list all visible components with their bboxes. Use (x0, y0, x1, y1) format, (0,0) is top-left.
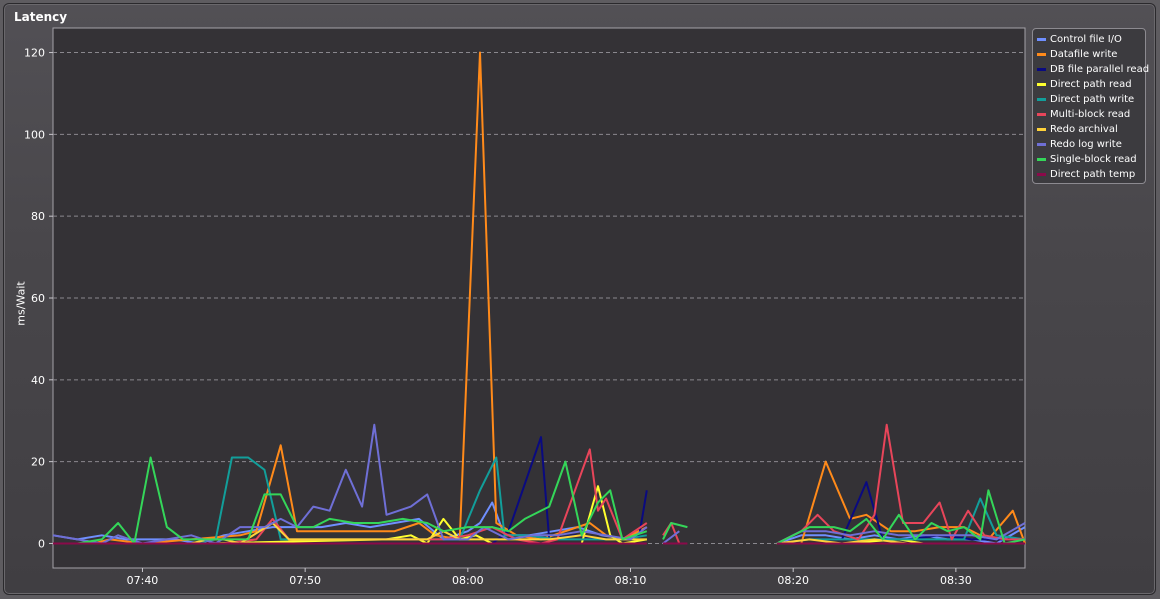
legend-label: Redo log write (1050, 139, 1122, 150)
x-tick-label: 08:30 (940, 574, 972, 587)
legend-item: Multi-block read (1037, 107, 1145, 122)
legend-swatch (1037, 158, 1046, 161)
legend-label: Control file I/O (1050, 34, 1122, 45)
x-tick-label: 07:50 (289, 574, 321, 587)
x-tick-label: 08:00 (452, 574, 484, 587)
legend-label: Multi-block read (1050, 109, 1131, 120)
legend-label: Direct path read (1050, 79, 1132, 90)
legend-item: Direct path temp (1037, 167, 1145, 182)
legend-label: Direct path temp (1050, 169, 1136, 180)
x-tick-label: 08:20 (777, 574, 809, 587)
y-axis-ticks: 0 20 40 60 80 100 120 (24, 47, 53, 550)
legend-swatch (1037, 83, 1046, 86)
y-tick-label: 100 (24, 128, 45, 141)
y-tick-label: 60 (31, 292, 45, 305)
legend-item: Redo log write (1037, 137, 1145, 152)
legend-item: Single-block read (1037, 152, 1145, 167)
x-axis-ticks: 07:40 07:50 08:00 08:10 08:20 08:30 (127, 568, 972, 587)
legend-label: Direct path write (1050, 94, 1135, 105)
legend-swatch (1037, 113, 1046, 116)
legend-swatch (1037, 68, 1046, 71)
latency-line-chart: 0 20 40 60 80 100 120 07:40 07:50 08:00 08:10 08:2… (24, 27, 1026, 587)
legend-swatch (1037, 143, 1046, 146)
legend-item: DB file parallel read (1037, 62, 1149, 77)
chart-legend: Control file I/O Datafile write DB file pa… (1032, 28, 1149, 184)
legend-item: Datafile write (1037, 47, 1145, 62)
legend-item: Direct path write (1037, 92, 1145, 107)
x-tick-label: 08:10 (615, 574, 647, 587)
legend-label: Single-block read (1050, 154, 1137, 165)
legend-swatch (1037, 98, 1046, 101)
legend-swatch (1037, 53, 1046, 56)
legend-item: Control file I/O (1037, 32, 1145, 47)
legend-item: Direct path read (1037, 77, 1145, 92)
y-tick-label: 120 (24, 47, 45, 60)
y-tick-label: 20 (31, 456, 45, 469)
legend-swatch (1037, 128, 1046, 131)
y-tick-label: 0 (38, 537, 45, 550)
legend-label: Datafile write (1050, 49, 1118, 60)
x-tick-label: 07:40 (127, 574, 159, 587)
legend-swatch (1037, 173, 1046, 176)
legend-item: Redo archival (1037, 122, 1145, 137)
y-tick-label: 40 (31, 374, 45, 387)
legend-swatch (1037, 38, 1046, 41)
y-tick-label: 80 (31, 210, 45, 223)
legend-label: DB file parallel read (1050, 64, 1150, 75)
legend-label: Redo archival (1050, 124, 1118, 135)
